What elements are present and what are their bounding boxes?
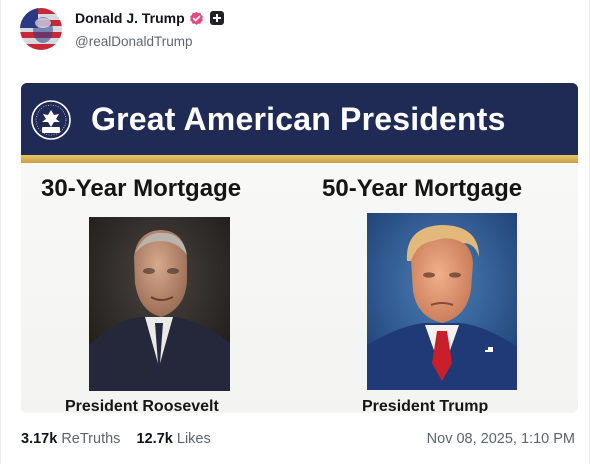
avatar-image: [20, 8, 62, 50]
likes-stat[interactable]: 12.7k Likes: [137, 431, 211, 447]
presidential-seal-icon: [31, 100, 71, 140]
truth-post: Donald J. Trump @realDonaldTrump Great A…: [0, 0, 590, 464]
author-handle[interactable]: @realDonaldTrump: [75, 34, 193, 49]
left-heading: 30-Year Mortgage: [41, 175, 242, 202]
author-display-name[interactable]: Donald J. Trump: [75, 10, 185, 26]
author-avatar[interactable]: [20, 8, 62, 50]
left-caption: President Roosevelt: [65, 398, 219, 413]
right-heading: 50-Year Mortgage: [322, 175, 523, 202]
gold-stripe: [21, 155, 578, 163]
likes-label: Likes: [176, 431, 211, 447]
image-banner: Great American Presidents: [21, 83, 578, 155]
engagement-stats: 3.17k ReTruths 12.7k Likes: [21, 431, 211, 447]
post-image[interactable]: Great American Presidents 30-Year Mortga…: [21, 83, 578, 413]
roosevelt-portrait: [89, 217, 230, 391]
retruths-count: 3.17k: [21, 431, 58, 447]
retruths-label: ReTruths: [61, 431, 121, 447]
verified-badge-icon: [190, 11, 203, 25]
banner-title: Great American Presidents: [91, 101, 506, 137]
right-caption: President Trump: [362, 398, 489, 413]
trump-portrait: [367, 213, 517, 390]
likes-count: 12.7k: [136, 431, 173, 447]
post-timestamp[interactable]: Nov 08, 2025, 1:10 PM: [427, 431, 575, 447]
plus-badge-icon: [210, 11, 224, 25]
retruths-stat[interactable]: 3.17k ReTruths: [21, 431, 120, 447]
